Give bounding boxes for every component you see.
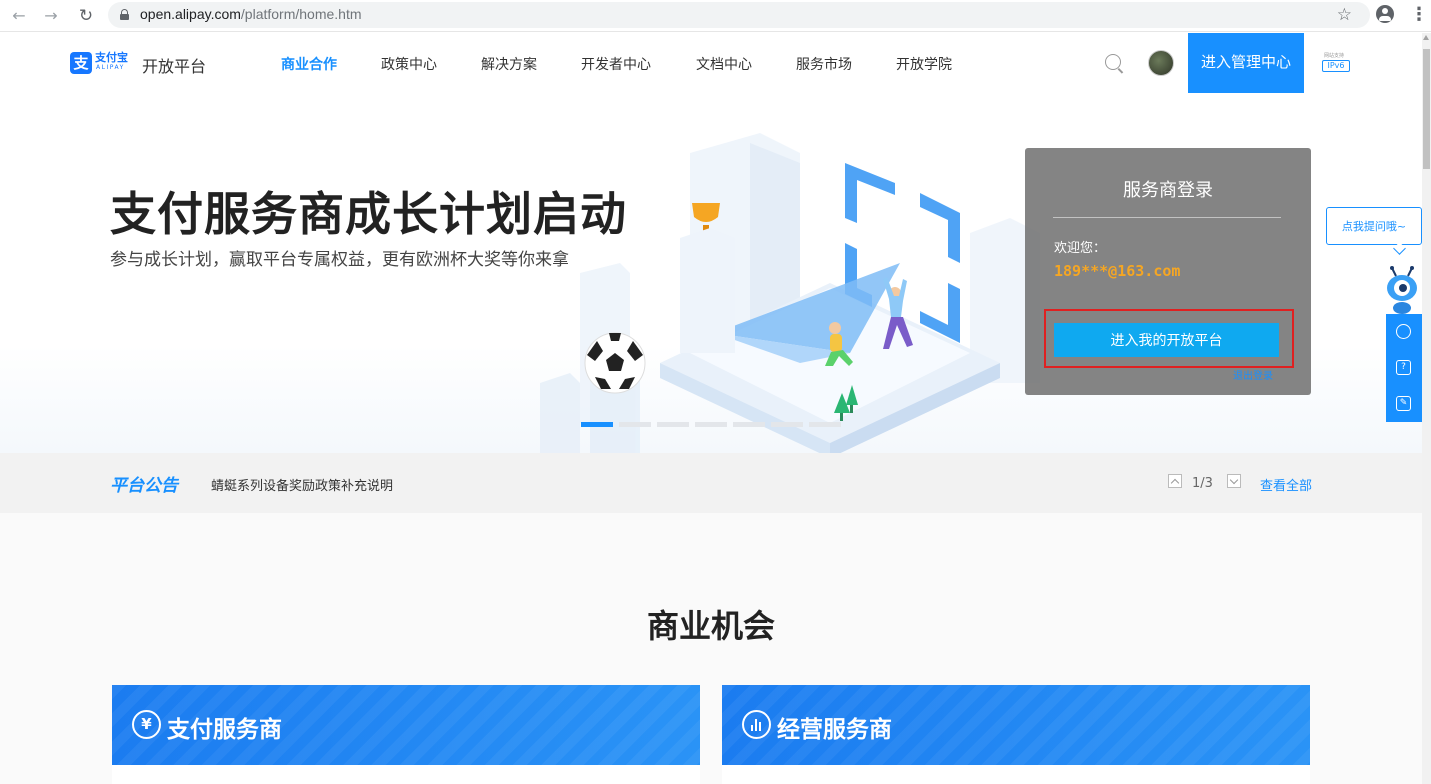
announcement-bar: 平台公告 蜻蜓系列设备奖励政策补充说明 1/3 查看全部 bbox=[0, 453, 1422, 513]
logout-link[interactable]: 退出登录 bbox=[1233, 367, 1273, 382]
announcement-text[interactable]: 蜻蜓系列设备奖励政策补充说明 bbox=[211, 475, 393, 494]
view-all-link[interactable]: 查看全部 bbox=[1260, 475, 1312, 494]
forward-arrow-icon[interactable]: → bbox=[40, 5, 62, 27]
back-arrow-icon[interactable]: ← bbox=[8, 5, 30, 27]
edit-icon: ✎ bbox=[1396, 396, 1411, 411]
login-title: 服务商登录 bbox=[1123, 180, 1213, 201]
alipay-logo-mark: 支 bbox=[70, 52, 92, 74]
help-button[interactable]: ? bbox=[1386, 350, 1422, 386]
carousel-dot[interactable] bbox=[809, 422, 841, 427]
payment-provider-card[interactable]: ¥ 支付服务商 bbox=[112, 685, 700, 784]
soccer-ball bbox=[584, 332, 646, 394]
provider-login-card: 服务商登录 欢迎您： 189***@163.com 进入我的开放平台 退出登录 bbox=[1025, 148, 1311, 395]
url-path: /platform/home.htm bbox=[240, 6, 362, 22]
hero-title: 支付服务商成长计划启动 bbox=[110, 187, 627, 241]
nav-item-market[interactable]: 服务市场 bbox=[796, 54, 852, 74]
reload-icon[interactable]: ↻ bbox=[75, 5, 97, 27]
browser-toolbar: ← → ↻ open.alipay.com/platform/home.htm … bbox=[0, 0, 1431, 32]
profile-icon[interactable] bbox=[1376, 5, 1394, 23]
chart-icon bbox=[742, 710, 771, 739]
announcement-page-count: 1/3 bbox=[1192, 476, 1213, 491]
address-bar[interactable]: open.alipay.com/platform/home.htm ☆ bbox=[108, 2, 1370, 28]
nav-item-developer[interactable]: 开发者中心 bbox=[581, 54, 651, 74]
hero-illustration bbox=[540, 133, 1040, 453]
ant-mascot-icon[interactable] bbox=[1382, 266, 1422, 314]
feedback-button[interactable]: ✎ bbox=[1386, 386, 1422, 422]
admin-center-button[interactable]: 进入管理中心 bbox=[1188, 33, 1304, 93]
card-title: 经营服务商 bbox=[777, 717, 892, 743]
site-header: 支 支付宝 ALIPAY 开放平台 商业合作 政策中心 解决方案 开发者中心 文… bbox=[0, 33, 1422, 93]
scrollbar-thumb[interactable] bbox=[1423, 49, 1430, 169]
ask-question-bubble[interactable]: 点我提问哦~ bbox=[1326, 207, 1422, 245]
operations-provider-card[interactable]: 经营服务商 bbox=[722, 685, 1310, 784]
logo-text-en: ALIPAY bbox=[96, 64, 125, 71]
headset-icon bbox=[1396, 324, 1411, 339]
carousel-dot[interactable] bbox=[695, 422, 727, 427]
url-host: open.alipay.com bbox=[140, 6, 241, 22]
nav-item-docs[interactable]: 文档中心 bbox=[696, 54, 752, 74]
chevron-up-icon[interactable] bbox=[1168, 474, 1182, 488]
search-icon[interactable] bbox=[1105, 54, 1121, 70]
card-body bbox=[722, 765, 1310, 784]
bookmark-star-icon[interactable]: ☆ bbox=[1337, 5, 1352, 25]
question-icon: ? bbox=[1396, 360, 1411, 375]
page-scrollbar[interactable] bbox=[1422, 33, 1431, 784]
nav-item-solutions[interactable]: 解决方案 bbox=[481, 54, 537, 74]
customer-service-button[interactable] bbox=[1386, 314, 1422, 350]
yen-icon: ¥ bbox=[132, 710, 161, 739]
ipv6-caption: 网站支持 bbox=[1324, 53, 1345, 59]
url-text[interactable]: open.alipay.com/platform/home.htm bbox=[140, 6, 362, 22]
carousel-dot[interactable] bbox=[581, 422, 613, 427]
account-email: 189***@163.com bbox=[1054, 262, 1181, 280]
carousel-dot[interactable] bbox=[733, 422, 765, 427]
login-divider bbox=[1053, 217, 1281, 218]
business-section-title: 商业机会 bbox=[646, 607, 775, 645]
carousel-dot[interactable] bbox=[657, 422, 689, 427]
card-title: 支付服务商 bbox=[167, 717, 282, 743]
announcement-tag: 平台公告 bbox=[110, 476, 178, 496]
carousel-dot[interactable] bbox=[619, 422, 651, 427]
card-body bbox=[112, 765, 700, 784]
nav-item-academy[interactable]: 开放学院 bbox=[896, 54, 952, 74]
side-toolbar: ? ✎ bbox=[1386, 314, 1422, 422]
nav-item-policy[interactable]: 政策中心 bbox=[381, 54, 437, 74]
kebab-menu-icon[interactable]: ⋮ bbox=[1410, 5, 1428, 25]
logo-text-cn: 支付宝 bbox=[95, 51, 128, 64]
scroll-up-arrow-icon[interactable] bbox=[1423, 35, 1429, 40]
enter-open-platform-button[interactable]: 进入我的开放平台 bbox=[1054, 323, 1279, 357]
chevron-down-icon[interactable] bbox=[1227, 474, 1241, 488]
logo-subtitle: 开放平台 bbox=[142, 57, 207, 76]
ipv6-tag: IPv6 bbox=[1322, 60, 1350, 72]
avatar[interactable] bbox=[1148, 50, 1174, 76]
business-section: 商业机会 ¥ 支付服务商 经营服务商 bbox=[0, 513, 1422, 784]
nav-item-business[interactable]: 商业合作 bbox=[281, 54, 337, 74]
ipv6-badge: 网站支持 IPv6 bbox=[1322, 52, 1350, 74]
lock-icon bbox=[120, 9, 129, 20]
carousel-dot[interactable] bbox=[771, 422, 803, 427]
hero-subtitle: 参与成长计划，赢取平台专属权益，更有欧洲杯大奖等你来拿 bbox=[110, 250, 569, 270]
welcome-label: 欢迎您： bbox=[1054, 241, 1107, 256]
